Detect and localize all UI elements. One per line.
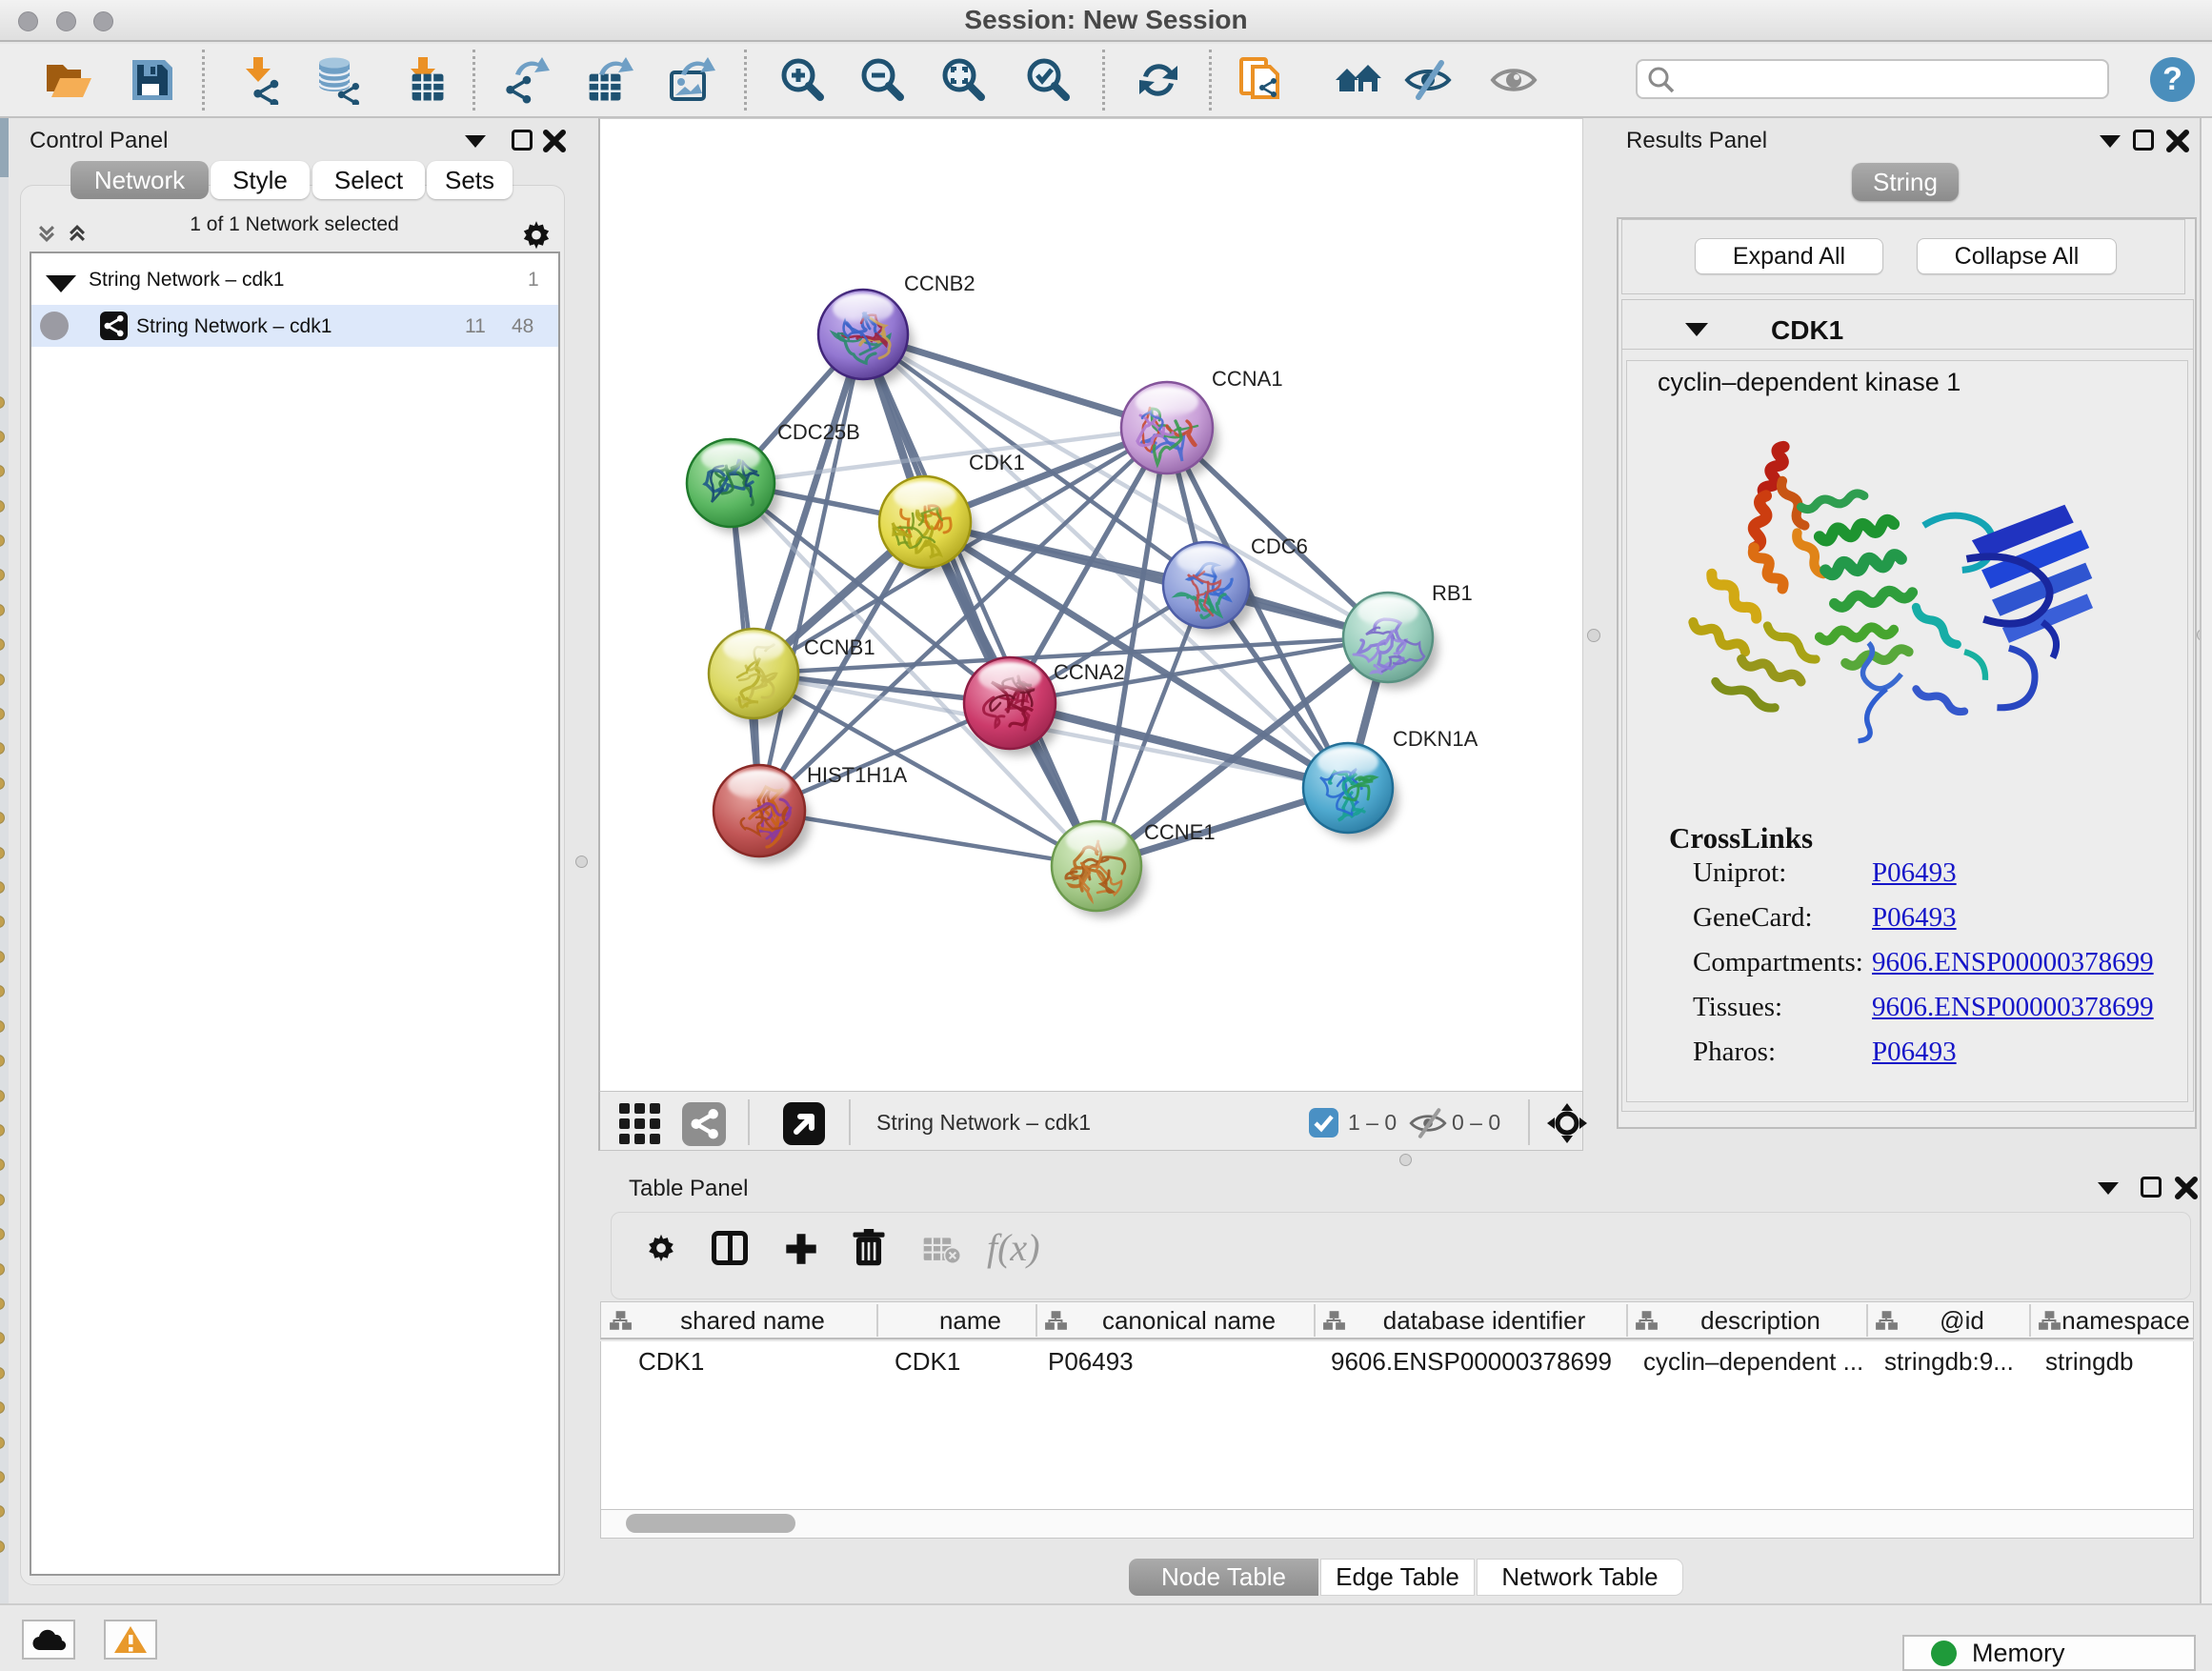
- svg-text:CDKN1A: CDKN1A: [1393, 727, 1478, 751]
- svg-text:CCNA2: CCNA2: [1054, 660, 1125, 684]
- svg-text:CCNE1: CCNE1: [1144, 820, 1216, 844]
- svg-text:CDC6: CDC6: [1251, 534, 1308, 558]
- svg-text:CCNB2: CCNB2: [904, 272, 975, 295]
- svg-text:CCNA1: CCNA1: [1212, 367, 1283, 391]
- svg-text:CDK1: CDK1: [969, 451, 1025, 474]
- svg-text:CCNB1: CCNB1: [804, 635, 875, 659]
- svg-text:RB1: RB1: [1432, 581, 1473, 605]
- svg-text:HIST1H1A: HIST1H1A: [807, 763, 907, 787]
- svg-text:CDC25B: CDC25B: [777, 420, 860, 444]
